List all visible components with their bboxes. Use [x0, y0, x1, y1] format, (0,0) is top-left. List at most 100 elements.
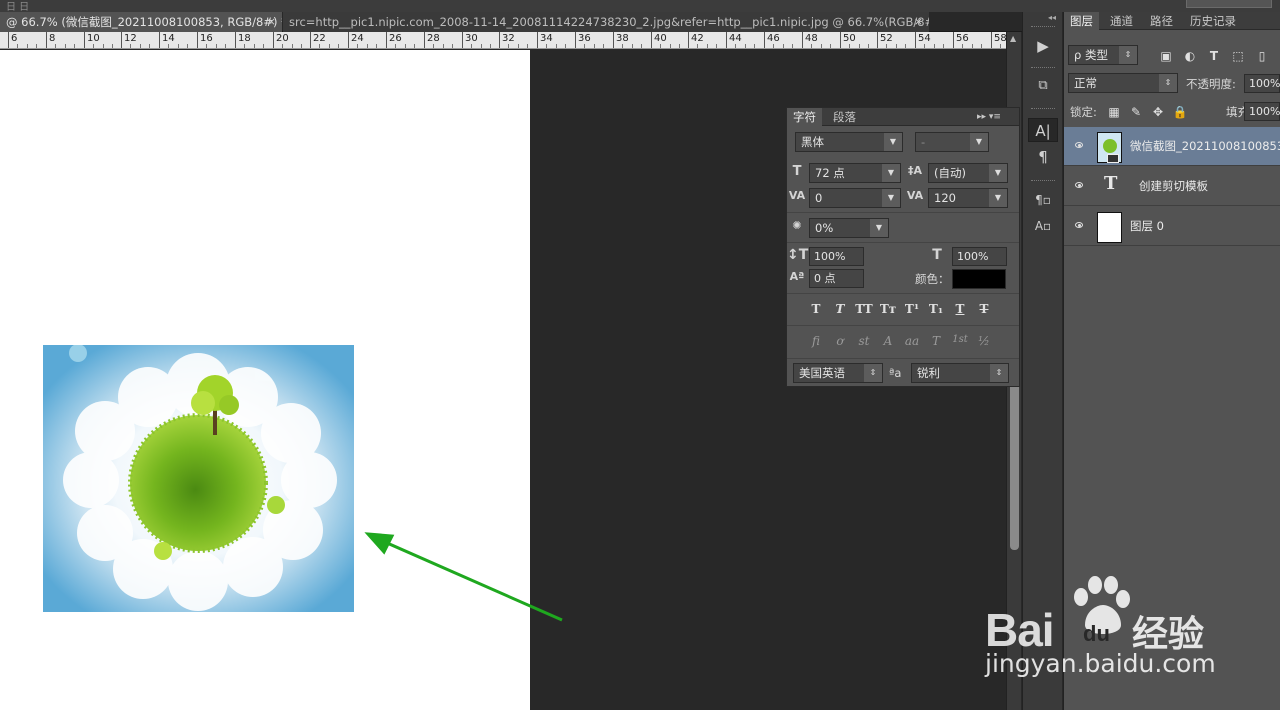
kerning-value: 0: [815, 191, 823, 205]
type-filter-icon[interactable]: T: [1206, 48, 1222, 64]
layer-name[interactable]: 图层 0: [1130, 207, 1164, 246]
contextual-alternates-button[interactable]: ơ: [828, 334, 852, 348]
font-family-dropdown[interactable]: 黑体 ▼: [795, 132, 903, 152]
chevron-down-icon: ▼: [870, 219, 888, 237]
collapse-icon[interactable]: ◂◂: [1048, 13, 1056, 22]
divider: [787, 325, 1019, 326]
lock-transparent-icon[interactable]: ▦: [1106, 104, 1122, 120]
underline-button[interactable]: T: [948, 302, 972, 316]
layer-row-background[interactable]: 图层 0: [1064, 207, 1280, 246]
faux-italic-button[interactable]: T: [828, 302, 852, 316]
kerning-icon: VA: [788, 189, 806, 202]
blend-mode-dropdown[interactable]: 正常 ⇕: [1068, 73, 1178, 93]
arrow-to-image: [377, 537, 563, 622]
color-label: 颜色：: [915, 272, 950, 286]
grip-handle[interactable]: [1031, 180, 1055, 183]
smart-object-filter-icon[interactable]: ▯: [1254, 48, 1270, 64]
leading-dropdown[interactable]: (自动) ▼: [928, 163, 1008, 183]
strikethrough-button[interactable]: T: [972, 302, 996, 316]
grip-handle[interactable]: [1031, 26, 1055, 29]
paragraph-panel-icon[interactable]: ¶: [1028, 145, 1058, 169]
arrow-head-image: [364, 532, 395, 555]
font-size-dropdown[interactable]: 72 点 ▼: [809, 163, 901, 183]
tsume-value: 0%: [815, 221, 834, 235]
chevron-down-icon: ▼: [884, 133, 902, 151]
stylistic-alternates-button[interactable]: aa: [900, 334, 924, 348]
tab-layers[interactable]: 图层: [1064, 12, 1099, 30]
faux-bold-button[interactable]: T: [804, 302, 828, 316]
visibility-eye-icon[interactable]: [1072, 178, 1086, 192]
watermark-url: jingyan.baidu.com: [985, 649, 1216, 678]
vertical-scale-field[interactable]: 100%: [809, 247, 864, 266]
tab-paths[interactable]: 路径: [1144, 12, 1179, 30]
discretionary-ligatures-button[interactable]: st: [852, 334, 876, 348]
paragraph-styles-icon[interactable]: ¶▫: [1028, 188, 1058, 212]
opentype-buttons-row: fi ơ st A aa T 1st ½: [804, 334, 1004, 352]
layer-name[interactable]: 微信截图_20211008100853: [1130, 127, 1280, 166]
panel-menu-icon[interactable]: ▸▸ ▾≡: [971, 108, 1007, 126]
chevron-down-icon: ⇕: [1159, 74, 1177, 92]
chevron-down-icon: ▼: [989, 164, 1007, 182]
layer-row-screenshot[interactable]: 微信截图_20211008100853: [1064, 127, 1280, 166]
type-layer-icon: T: [1104, 173, 1118, 194]
scroll-up-icon[interactable]: ▲: [1010, 34, 1016, 43]
font-style-dropdown[interactable]: - ▼: [915, 132, 989, 152]
tsume-dropdown[interactable]: 0% ▼: [809, 218, 889, 238]
text-color-swatch[interactable]: [952, 269, 1006, 289]
superscript-button[interactable]: T¹: [900, 302, 924, 316]
3d-icon[interactable]: ⧉: [1028, 74, 1058, 98]
scroll-thumb[interactable]: [1010, 372, 1019, 550]
subscript-button[interactable]: T₁: [924, 302, 948, 316]
blend-mode-value: 正常: [1074, 76, 1097, 90]
opacity-field[interactable]: 100%: [1244, 74, 1280, 93]
tab-channels[interactable]: 通道: [1104, 12, 1139, 30]
language-dropdown[interactable]: 美国英语 ⇕: [793, 363, 883, 383]
tab-paragraph[interactable]: 段落: [827, 108, 862, 126]
tab-character[interactable]: 字符: [787, 108, 822, 126]
visibility-eye-icon[interactable]: [1072, 218, 1086, 232]
character-styles-icon[interactable]: A▫: [1028, 214, 1058, 238]
all-caps-button[interactable]: TT: [852, 302, 876, 316]
chevron-down-icon: ▼: [882, 164, 900, 182]
layer-name[interactable]: 创建剪切模板: [1139, 167, 1208, 206]
tab-history[interactable]: 历史记录: [1184, 12, 1242, 30]
layer-thumbnail: [1097, 132, 1122, 163]
fill-field[interactable]: 100%: [1244, 102, 1280, 121]
adjustment-filter-icon[interactable]: ◐: [1182, 48, 1198, 64]
grip-handle[interactable]: [1031, 108, 1055, 111]
horizontal-scale-field[interactable]: 100%: [952, 247, 1007, 266]
fractions-button[interactable]: ½: [972, 334, 996, 348]
play-action-icon[interactable]: ▶: [1028, 34, 1058, 58]
pixel-filter-icon[interactable]: ▣: [1158, 48, 1174, 64]
chevron-down-icon: ▼: [989, 189, 1007, 207]
chevron-down-icon: ▼: [882, 189, 900, 207]
lock-label: 锁定:: [1070, 105, 1097, 119]
baseline-shift-field[interactable]: 0 点: [809, 269, 864, 288]
lock-position-icon[interactable]: ✥: [1150, 104, 1166, 120]
ordinals-button[interactable]: 1st: [948, 334, 972, 345]
visibility-eye-icon[interactable]: [1072, 138, 1086, 152]
character-panel-icon[interactable]: A|: [1028, 118, 1058, 142]
grip-handle[interactable]: [1031, 67, 1055, 70]
lock-all-icon[interactable]: 🔒: [1172, 104, 1188, 120]
swash-button[interactable]: A: [876, 334, 900, 348]
kerning-dropdown[interactable]: 0 ▼: [809, 188, 901, 208]
tracking-value: 120: [934, 191, 956, 205]
divider: [787, 293, 1019, 294]
layer-row-text[interactable]: T 创建剪切模板: [1064, 167, 1280, 206]
divider: [787, 212, 1019, 213]
font-size-value: 72 点: [815, 166, 845, 180]
chevron-down-icon: ⇕: [990, 364, 1008, 382]
tsume-icon: ✺: [792, 219, 802, 232]
tracking-dropdown[interactable]: 120 ▼: [928, 188, 1008, 208]
character-panel: 字符 段落 ▸▸ ▾≡ 黑体 ▼ - ▼ T 72 点 ▼ ‡A (自动) ▼ …: [786, 107, 1020, 387]
layer-filter-dropdown[interactable]: ρ 类型 ⇕: [1068, 45, 1138, 65]
shape-filter-icon[interactable]: ⬚: [1230, 48, 1246, 64]
small-caps-button[interactable]: Tт: [876, 302, 900, 316]
layer-thumbnail: [1097, 212, 1122, 243]
antialias-dropdown[interactable]: 锐利 ⇕: [911, 363, 1009, 383]
ligatures-button[interactable]: fi: [804, 334, 828, 348]
style-buttons-row: T T TT Tт T¹ T₁ T T: [804, 302, 1004, 320]
titling-alternates-button[interactable]: T: [924, 334, 948, 348]
lock-pixels-icon[interactable]: ✎: [1128, 104, 1144, 120]
